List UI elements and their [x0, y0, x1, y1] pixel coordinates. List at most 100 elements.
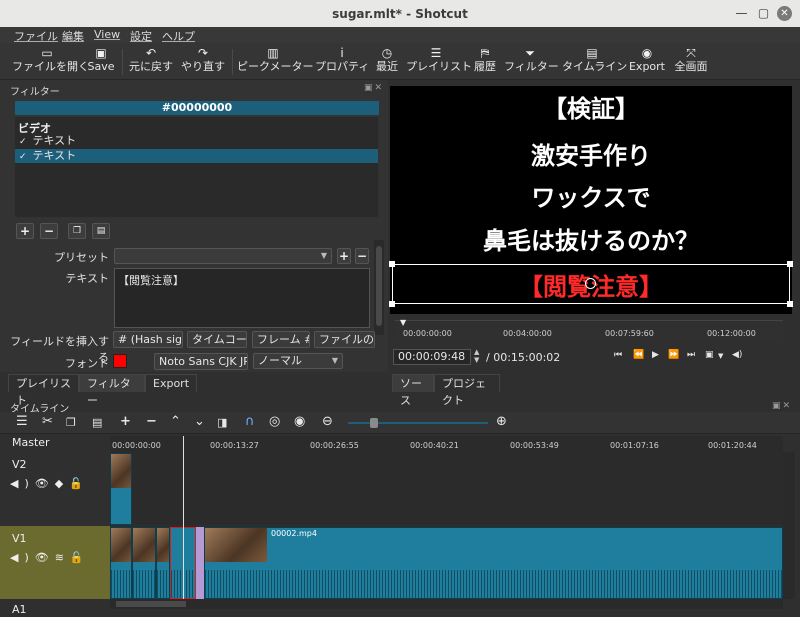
maximize-icon[interactable]: ▢	[756, 6, 771, 21]
timeline-button[interactable]: ▤ タイムライン	[562, 46, 627, 78]
hash-sign-button[interactable]: # (Hash sign)	[113, 331, 183, 348]
paste-icon[interactable]: ▤	[92, 416, 102, 429]
file-date-button[interactable]: ファイルの日	[314, 331, 375, 348]
tab-export[interactable]: Export	[145, 374, 197, 392]
redo-button[interactable]: ↷ やり直す	[180, 46, 226, 78]
minimize-icon[interactable]: —	[734, 6, 749, 21]
timeline-vscrollbar[interactable]	[783, 452, 795, 599]
filter-button[interactable]: ⏷ フィルター	[504, 46, 559, 78]
delete-preset-button[interactable]: −	[355, 248, 369, 264]
font-color-swatch[interactable]	[113, 354, 127, 368]
menu-icon[interactable]: ☰	[16, 414, 28, 429]
play-icon[interactable]: ▶	[652, 350, 659, 360]
zoom-in-icon[interactable]: ⊕	[496, 414, 507, 429]
menu-view[interactable]: View	[94, 28, 120, 41]
overwrite-icon[interactable]: ⌄	[194, 414, 205, 429]
player-playhead-icon[interactable]: ▼	[400, 318, 408, 327]
timeline-playhead[interactable]	[183, 436, 184, 606]
font-weight-combo[interactable]: ノーマル ▼	[253, 353, 343, 369]
resize-handle[interactable]	[389, 301, 395, 307]
timeline-ruler[interactable]: 00:00:00:00 00:00:13:27 00:00:26:55 00:0…	[110, 436, 783, 452]
properties-button[interactable]: i プロパティ	[315, 46, 369, 78]
menu-settings[interactable]: 設定	[130, 28, 152, 44]
peak-meter-button[interactable]: ▥ ピークメーター	[237, 46, 314, 78]
ripple-icon[interactable]: ◉	[294, 414, 305, 429]
fast-forward-icon[interactable]: ⏩	[668, 350, 679, 360]
preset-combo[interactable]: ▼	[114, 248, 332, 264]
track-controls[interactable]: ◀)👁◆🔓	[10, 477, 89, 490]
tab-playlist[interactable]: プレイリスト	[8, 374, 79, 407]
tab-filters[interactable]: フィルター	[79, 374, 145, 407]
menu-help[interactable]: ヘルプ	[162, 28, 195, 44]
undo-button[interactable]: ↶ 元に戻す	[128, 46, 174, 78]
playlist-button[interactable]: ☰ プレイリスト	[406, 46, 472, 78]
paste-filter-button[interactable]: ▤	[92, 223, 110, 239]
timeline-clip[interactable]: 00002.mp4	[204, 527, 783, 599]
timecode-button[interactable]: タイムコード	[187, 331, 247, 348]
chevron-down-icon[interactable]: ▼	[718, 352, 723, 360]
font-name-button[interactable]: Noto Sans CJK JP	[154, 353, 248, 370]
scrollbar-thumb[interactable]	[116, 601, 186, 607]
timeline-clip[interactable]	[110, 453, 132, 525]
v1-track-lane[interactable]: 00002.mp4	[110, 526, 783, 599]
split-icon[interactable]: ◨	[217, 416, 227, 429]
transition-clip[interactable]	[196, 527, 204, 599]
resize-handle[interactable]	[389, 261, 395, 267]
remove-filter-button[interactable]: −	[40, 223, 58, 239]
frame-number-button[interactable]: フレーム #	[252, 331, 310, 348]
tab-project[interactable]: プロジェクト	[434, 374, 500, 407]
append-icon[interactable]: +	[120, 414, 131, 429]
add-filter-button[interactable]: +	[16, 223, 34, 239]
track-controls[interactable]: ◀)👁≋🔓	[10, 551, 90, 564]
resize-handle[interactable]	[787, 261, 793, 267]
timecode-input[interactable]: 00:00:09:48	[393, 349, 471, 365]
cut-icon[interactable]: ✂	[42, 414, 53, 429]
v1-track-header[interactable]: V1 ◀)👁≋🔓	[0, 526, 110, 599]
checkbox-icon[interactable]: ✓	[19, 135, 29, 149]
skip-start-icon[interactable]: ⏮	[614, 350, 622, 360]
timeline-clip[interactable]	[132, 527, 156, 599]
tab-source[interactable]: ソース	[392, 374, 434, 407]
rewind-icon[interactable]: ⏪	[633, 350, 644, 360]
filter-scrollbar[interactable]	[374, 240, 384, 335]
recent-button[interactable]: ◷ 最近	[374, 46, 400, 78]
menu-file[interactable]: ファイル	[14, 28, 58, 44]
scrub-icon[interactable]: ◎	[269, 414, 280, 429]
dock-buttons[interactable]: ▣✕	[772, 401, 792, 411]
export-button[interactable]: ◉ Export	[628, 46, 666, 78]
skip-end-icon[interactable]: ⏭	[687, 350, 695, 360]
player-ruler[interactable]: 00:00:00:00 00:04:00:00 00:07:59:60 00:1…	[395, 320, 783, 342]
zoom-slider[interactable]	[348, 422, 488, 424]
save-button[interactable]: ▣ Save	[86, 46, 116, 78]
scrollbar-thumb[interactable]	[376, 246, 382, 326]
close-icon[interactable]: ✕	[777, 6, 792, 21]
copy-filter-button[interactable]: ❐	[68, 223, 86, 239]
checkbox-icon[interactable]: ✓	[19, 150, 29, 164]
dock-buttons[interactable]: ▣✕	[364, 83, 384, 93]
history-button[interactable]: ⛿ 履歴	[472, 46, 498, 78]
save-preset-button[interactable]: +	[337, 248, 351, 264]
open-file-button[interactable]: ▭ ファイルを開く	[12, 46, 89, 78]
timeline-clip[interactable]	[110, 527, 132, 599]
zoom-out-icon[interactable]: ⊖	[322, 414, 333, 429]
zoom-slider-handle[interactable]	[370, 418, 378, 428]
grid-icon[interactable]: ▣	[705, 350, 714, 360]
master-track-header[interactable]: Master	[0, 434, 110, 452]
filter-item[interactable]: ✓ テキスト	[15, 134, 378, 148]
timeline-hscrollbar[interactable]	[110, 599, 783, 609]
v2-track-header[interactable]: V2 ◀)👁◆🔓	[0, 452, 110, 525]
volume-icon[interactable]: ◀)	[732, 350, 742, 360]
lift-icon[interactable]: ⌃	[170, 414, 181, 429]
resize-handle[interactable]	[787, 301, 793, 307]
v2-track-lane[interactable]	[110, 452, 783, 525]
timeline-clip[interactable]	[156, 527, 170, 599]
timecode-stepper-icon[interactable]: ▲ ▼	[474, 348, 479, 364]
remove-icon[interactable]: −	[146, 414, 157, 429]
background-color-bar[interactable]: #00000000	[15, 101, 379, 115]
filter-item-selected[interactable]: ✓ テキスト	[15, 149, 378, 163]
anchor-handle-icon[interactable]	[585, 278, 596, 289]
text-input[interactable]: 【閲覧注意】	[114, 268, 370, 328]
copy-icon[interactable]: ❐	[66, 416, 76, 429]
fullscreen-button[interactable]: ⤧ 全画面	[672, 46, 710, 78]
menu-edit[interactable]: 編集	[62, 28, 84, 44]
